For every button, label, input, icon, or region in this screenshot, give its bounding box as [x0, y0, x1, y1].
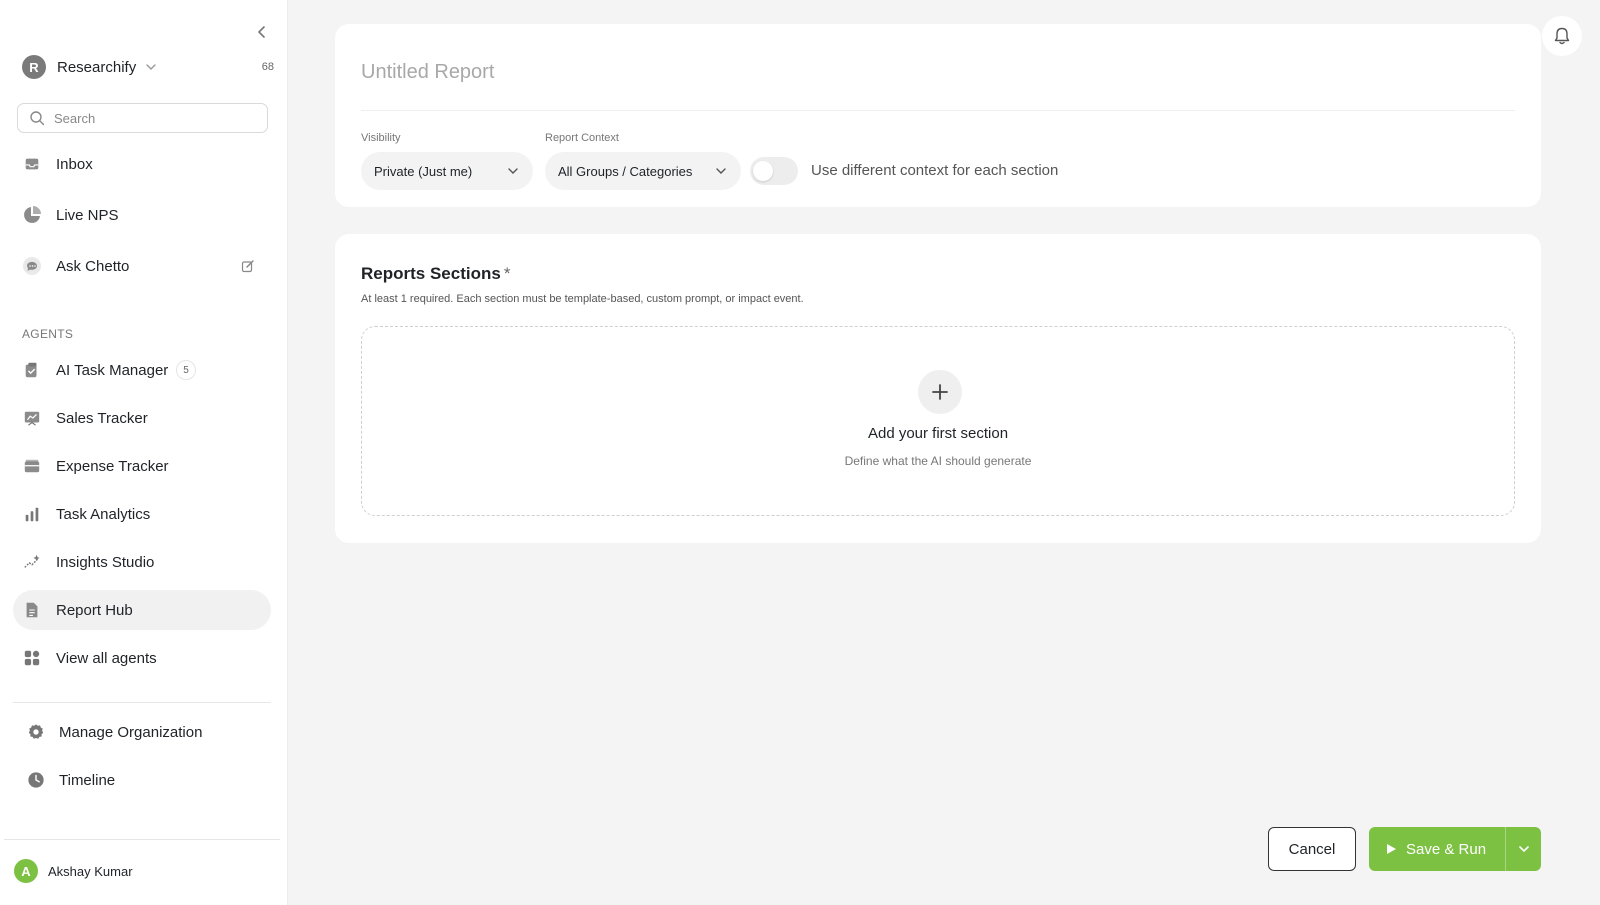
sidebar-divider	[13, 702, 271, 703]
user-name: Akshay Kumar	[48, 863, 133, 879]
sidebar-item-label: Report Hub	[56, 601, 133, 619]
search-icon	[30, 111, 45, 126]
sidebar-footer-divider	[4, 839, 280, 840]
report-settings-card: Visibility Private (Just me) Report Cont…	[335, 24, 1541, 207]
report-context-select[interactable]: All Groups / Categories	[545, 152, 741, 190]
title-divider	[361, 110, 1515, 111]
toggle-knob	[753, 161, 773, 181]
org-name: Researchify	[57, 58, 137, 76]
collapse-sidebar-icon[interactable]	[254, 24, 270, 40]
notifications-button[interactable]	[1542, 16, 1582, 56]
gear-icon	[26, 722, 46, 742]
sidebar-item-ask-chetto[interactable]: Ask Chetto	[13, 246, 271, 286]
sidebar-item-label: AI Task Manager	[56, 361, 169, 379]
add-first-section-dropzone[interactable]: Add your first section Define what the A…	[361, 326, 1515, 516]
per-section-context-label: Use different context for each section	[811, 162, 1059, 179]
sidebar: R Researchify 68 Inbox Live NPS Ask Chet…	[0, 0, 288, 905]
sidebar-item-insights-studio[interactable]: Insights Studio	[13, 542, 271, 582]
sidebar-item-report-hub[interactable]: Report Hub	[13, 590, 271, 630]
wallet-icon	[22, 456, 42, 476]
report-context-value: All Groups / Categories	[558, 163, 693, 179]
document-icon	[22, 600, 42, 620]
visibility-label: Visibility	[361, 132, 401, 144]
bell-icon	[1554, 27, 1570, 45]
report-context-label: Report Context	[545, 132, 619, 144]
play-icon	[1387, 844, 1396, 854]
task-count-badge: 5	[176, 360, 196, 380]
sidebar-item-timeline[interactable]: Timeline	[13, 760, 271, 800]
org-count: 68	[261, 61, 274, 73]
grid-icon	[22, 648, 42, 668]
sidebar-item-label: Sales Tracker	[56, 409, 148, 427]
required-marker: *	[503, 264, 511, 283]
sidebar-item-task-analytics[interactable]: Task Analytics	[13, 494, 271, 534]
inbox-icon	[22, 154, 42, 174]
chevron-down-icon	[716, 168, 726, 174]
sparkle-trend-icon	[22, 552, 42, 572]
report-title-input[interactable]	[361, 54, 1511, 90]
visibility-select[interactable]: Private (Just me)	[361, 152, 533, 190]
sections-title-text: Reports Sections	[361, 264, 501, 283]
save-run-split-button: Save & Run	[1369, 827, 1541, 871]
new-chat-edit-icon[interactable]	[241, 259, 255, 273]
trend-board-icon	[22, 408, 42, 428]
chevron-down-icon	[146, 64, 156, 70]
save-options-dropdown[interactable]	[1505, 827, 1541, 871]
bar-chart-icon	[22, 504, 42, 524]
sidebar-item-ai-task-manager[interactable]: AI Task Manager 5	[13, 350, 271, 390]
sections-title: Reports Sections *	[361, 264, 510, 284]
search-field[interactable]	[17, 103, 268, 133]
sidebar-item-label: Ask Chetto	[56, 257, 130, 275]
org-switcher[interactable]: R Researchify 68	[22, 54, 274, 80]
sidebar-item-label: Task Analytics	[56, 505, 151, 523]
sidebar-item-label: Timeline	[59, 771, 116, 789]
agents-section-label: AGENTS	[22, 327, 74, 341]
sidebar-item-inbox[interactable]: Inbox	[13, 144, 271, 184]
sidebar-item-label: Expense Tracker	[56, 457, 169, 475]
save-and-run-button[interactable]: Save & Run	[1369, 827, 1505, 871]
visibility-value: Private (Just me)	[374, 163, 473, 179]
chevron-down-icon	[508, 168, 518, 174]
sidebar-item-label: Insights Studio	[56, 553, 155, 571]
search-input[interactable]	[54, 110, 254, 126]
user-profile[interactable]: A Akshay Kumar	[14, 859, 133, 883]
report-sections-card: Reports Sections * At least 1 required. E…	[335, 234, 1541, 543]
sidebar-item-view-all-agents[interactable]: View all agents	[13, 638, 271, 678]
sidebar-item-sales-tracker[interactable]: Sales Tracker	[13, 398, 271, 438]
sidebar-item-manage-organization[interactable]: Manage Organization	[13, 712, 271, 752]
sidebar-item-live-nps[interactable]: Live NPS	[13, 195, 271, 235]
sidebar-item-expense-tracker[interactable]: Expense Tracker	[13, 446, 271, 486]
plus-icon[interactable]	[918, 370, 962, 414]
sidebar-item-label: Live NPS	[56, 206, 119, 224]
sections-help-text: At least 1 required. Each section must b…	[361, 293, 804, 305]
sidebar-item-label: Inbox	[56, 155, 93, 173]
chevron-down-icon	[1518, 846, 1529, 853]
empty-state-subtitle: Define what the AI should generate	[844, 454, 1032, 468]
org-avatar: R	[22, 55, 46, 79]
pie-chart-icon	[22, 205, 42, 225]
save-and-run-label: Save & Run	[1406, 840, 1487, 858]
empty-state-title: Add your first section	[867, 425, 1009, 442]
cancel-button[interactable]: Cancel	[1268, 827, 1356, 871]
clipboard-check-icon	[22, 360, 42, 380]
per-section-context-toggle[interactable]	[750, 157, 798, 185]
chat-bubble-icon	[22, 256, 42, 276]
sidebar-item-label: Manage Organization	[59, 723, 203, 741]
avatar: A	[14, 859, 38, 883]
clock-icon	[26, 770, 46, 790]
sidebar-item-label: View all agents	[56, 649, 157, 667]
